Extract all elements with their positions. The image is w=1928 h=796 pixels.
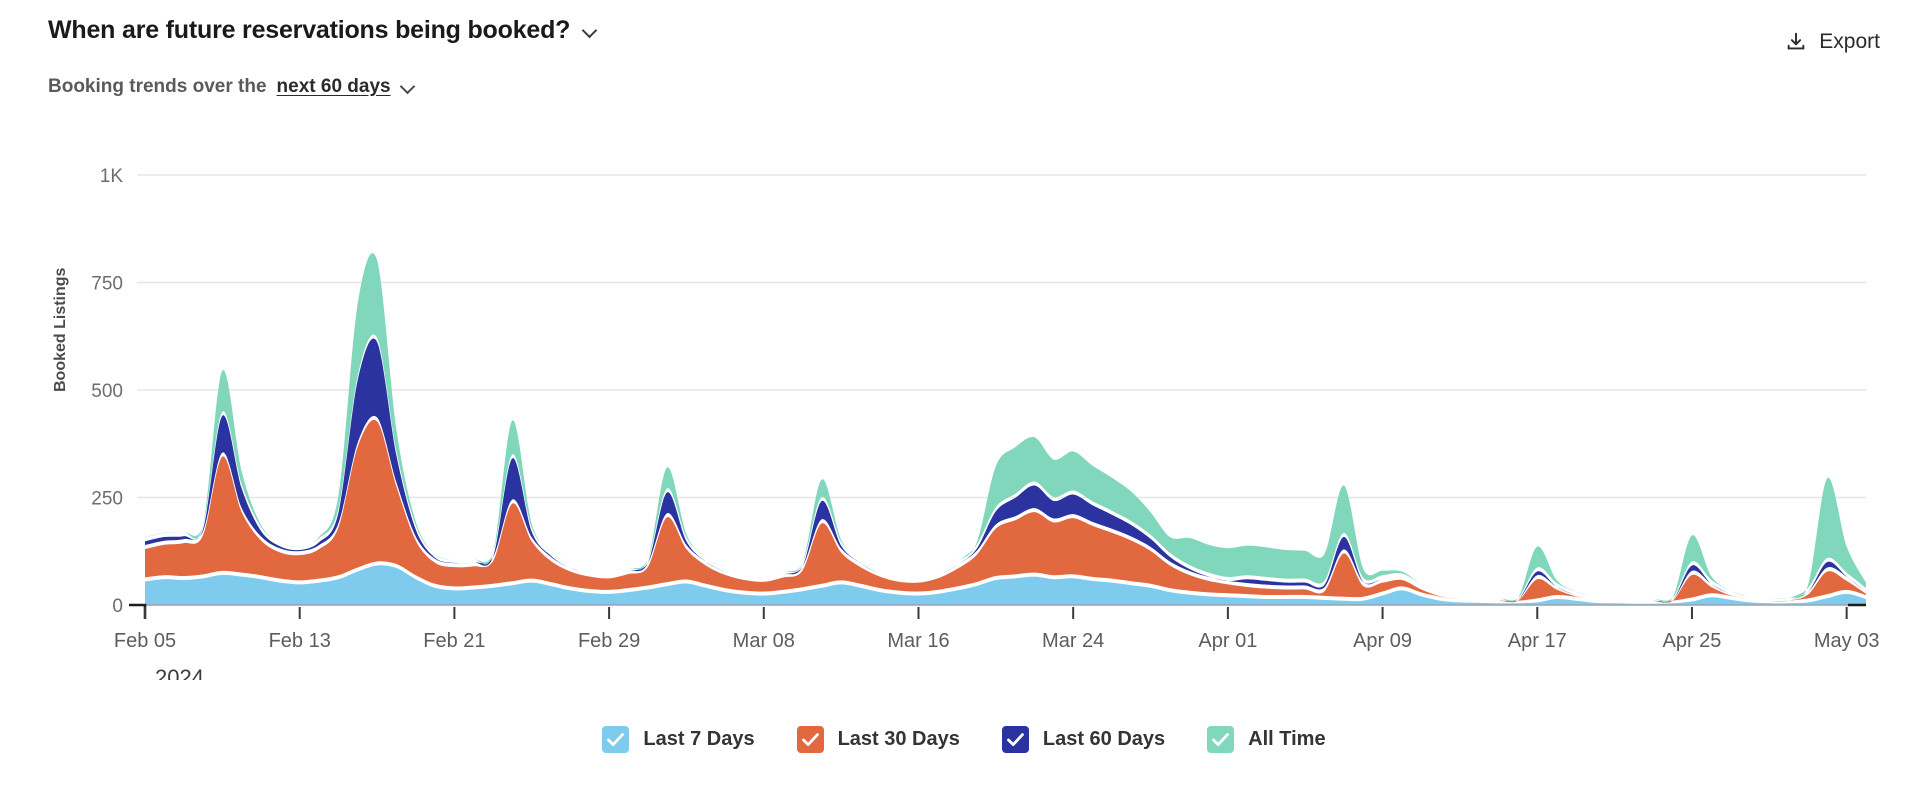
legend-item-last-7-days[interactable]: Last 7 Days (602, 726, 755, 753)
x-axis-tick-label: Apr 17 (1508, 630, 1567, 652)
subtitle-row: Booking trends over the next 60 days (48, 76, 416, 98)
x-axis-tick-label: Feb 29 (578, 630, 640, 652)
export-label: Export (1819, 30, 1880, 53)
legend-item-last-30-days[interactable]: Last 30 Days (796, 726, 960, 753)
check-icon (1212, 733, 1230, 746)
legend-checkbox-3[interactable] (1207, 726, 1235, 753)
export-button[interactable]: Export (1785, 30, 1880, 54)
legend-label: Last 7 Days (643, 728, 755, 750)
x-axis-tick-label: Feb 13 (269, 630, 331, 652)
x-axis-tick-label: Feb 21 (423, 630, 485, 652)
x-axis-tick-label: Feb 05 (114, 630, 176, 652)
date-range-selector[interactable]: next 60 days (277, 76, 391, 98)
legend-checkbox-2[interactable] (1001, 726, 1029, 753)
check-icon (607, 733, 625, 746)
title-row: When are future reservations being booke… (48, 18, 1880, 43)
axis-origin-tick (129, 603, 147, 619)
x-axis-tick-label: Apr 01 (1198, 630, 1257, 652)
check-icon (1006, 733, 1024, 746)
x-axis-tick-label: Mar 16 (887, 630, 949, 652)
legend-label: All Time (1248, 728, 1326, 750)
x-axis-tick-label: Mar 08 (733, 630, 795, 652)
x-axis-year-caption: 2024 (155, 665, 204, 680)
y-axis-tick-label: 500 (91, 381, 123, 402)
check-icon (801, 733, 819, 746)
x-axis-tick-label: Apr 09 (1353, 630, 1412, 652)
chart-area: Booked Listings 0 250 500 750 1K Feb 05 Feb 13… (0, 120, 1928, 680)
chevron-down-icon[interactable] (401, 80, 416, 95)
stacked-area-plot[interactable]: 0 250 500 750 1K Feb 05 Feb 13 Feb 21 Feb 29 Mar … (0, 120, 1928, 680)
y-axis-tick-label: 1K (100, 166, 124, 187)
subtitle-prefix: Booking trends over the (48, 76, 267, 97)
legend-checkbox-1[interactable] (796, 726, 824, 753)
booking-trends-chart-card: When are future reservations being booke… (0, 0, 1928, 796)
page-title: When are future reservations being booke… (48, 16, 571, 44)
legend-item-last-60-days[interactable]: Last 60 Days (1001, 726, 1166, 753)
x-axis-tick-label: Apr 25 (1662, 630, 1721, 652)
chart-legend: Last 7 Days Last 30 Days Last 60 Days All T… (0, 726, 1928, 753)
legend-item-all-time[interactable]: All Time (1207, 726, 1326, 753)
download-icon (1785, 31, 1807, 53)
x-axis-tick-label: May 03 (1814, 630, 1880, 652)
legend-label: Last 60 Days (1042, 728, 1166, 750)
legend-label: Last 30 Days (837, 728, 960, 750)
y-axis-label: Booked Listings (52, 267, 69, 392)
legend-checkbox-0[interactable] (602, 726, 630, 753)
y-axis-tick-label: 750 (91, 274, 123, 295)
chevron-down-icon[interactable] (582, 23, 598, 39)
card-header: When are future reservations being booke… (48, 18, 1880, 64)
x-axis-tick-label: Mar 24 (1042, 630, 1104, 652)
y-axis-tick-label: 0 (112, 596, 123, 617)
y-axis-tick-label: 250 (91, 489, 123, 510)
